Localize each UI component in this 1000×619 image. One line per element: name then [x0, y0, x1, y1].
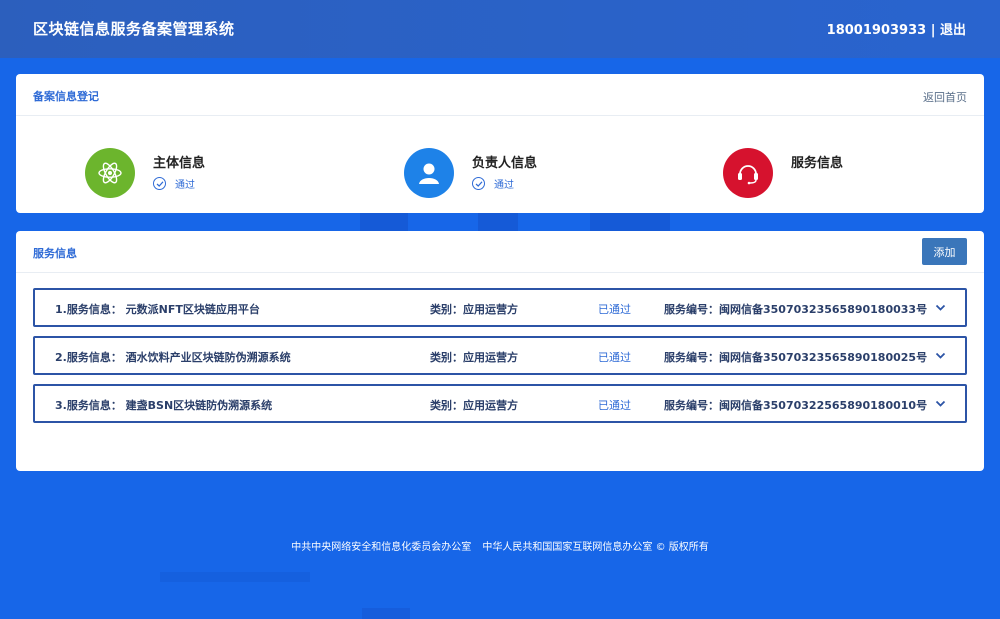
app-title: 区块链信息服务备案管理系统 — [33, 20, 235, 38]
footer-org-cac: 中共中央网络安全和信息化委员会办公室 — [291, 542, 472, 553]
service-number: 服务编号：闽网信备35070323565890180025号 — [664, 351, 928, 364]
service-name: 1.服务信息： 元数派NFT区块链应用平台 — [55, 303, 260, 316]
footer-org-copyright: 中华人民共和国国家互联网信息办公室 © 版权所有 — [482, 542, 709, 553]
background-building-left — [360, 213, 408, 231]
service-number: 服务编号：闽网信备35070323565890180033号 — [664, 303, 928, 316]
service-row[interactable]: 3.服务信息： 建盏BSN区块链防伪溯源系统 类别：应用运营方 已通过 服务编号… — [33, 384, 967, 423]
chevron-down-icon[interactable] — [935, 302, 946, 316]
service-status: 已通过 — [598, 399, 631, 412]
user-separator: | — [930, 23, 936, 38]
step-status-text: 通过 — [494, 180, 514, 191]
user-area: 18001903933 | 退出 — [827, 19, 966, 38]
service-number: 服务编号：闽网信备35070322565890180010号 — [664, 399, 928, 412]
atom-icon — [85, 148, 135, 198]
service-row[interactable]: 2.服务信息： 酒水饮料产业区块链防伪溯源系统 类别：应用运营方 已通过 服务编… — [33, 336, 967, 375]
service-name: 3.服务信息： 建盏BSN区块链防伪溯源系统 — [55, 399, 273, 412]
service-row[interactable]: 1.服务信息： 元数派NFT区块链应用平台 类别：应用运营方 已通过 服务编号：… — [33, 288, 967, 327]
top-header: 区块链信息服务备案管理系统 18001903933 | 退出 — [0, 0, 1000, 58]
services-card-header: 服务信息 添加 — [16, 231, 984, 273]
service-status: 已通过 — [598, 303, 631, 316]
background-building-right — [590, 213, 670, 231]
check-circle-icon — [153, 177, 166, 190]
user-icon — [404, 148, 454, 198]
service-type: 类别：应用运营方 — [430, 399, 518, 412]
step-name: 服务信息 — [791, 156, 844, 171]
services-card: 服务信息 添加 1.服务信息： 元数派NFT区块链应用平台 类别：应用运营方 已… — [16, 231, 984, 471]
registration-title: 备案信息登记 — [33, 90, 99, 103]
step-status-text: 通过 — [175, 180, 195, 191]
add-button[interactable]: 添加 — [922, 238, 967, 265]
step-name: 主体信息 — [153, 156, 206, 171]
service-status: 已通过 — [598, 351, 631, 364]
user-phone: 18001903933 — [826, 23, 927, 38]
back-home-link[interactable]: 返回首页 — [923, 89, 967, 105]
step-name: 负责人信息 — [472, 156, 538, 171]
background-building-bottom — [160, 572, 310, 582]
footer: 中共中央网络安全和信息化委员会办公室 中华人民共和国国家互联网信息办公室 © 版… — [0, 538, 1000, 553]
services-title: 服务信息 — [33, 247, 77, 260]
step-status: 通过 — [153, 176, 195, 191]
service-name: 2.服务信息： 酒水饮料产业区块链防伪溯源系统 — [55, 351, 291, 364]
step-status: 通过 — [472, 176, 514, 191]
check-circle-icon — [472, 177, 485, 190]
service-type: 类别：应用运营方 — [430, 351, 518, 364]
headset-icon — [723, 148, 773, 198]
logout-link[interactable]: 退出 — [940, 23, 966, 38]
background-building-mid — [478, 213, 518, 231]
chevron-down-icon[interactable] — [935, 350, 946, 364]
registration-card: 备案信息登记 返回首页 主体信息 通过 负责人信息 通过 服务信息 — [16, 74, 984, 213]
background-building-bottom-2 — [362, 608, 410, 619]
registration-card-header: 备案信息登记 返回首页 — [16, 74, 984, 116]
service-type: 类别：应用运营方 — [430, 303, 518, 316]
chevron-down-icon[interactable] — [935, 398, 946, 412]
